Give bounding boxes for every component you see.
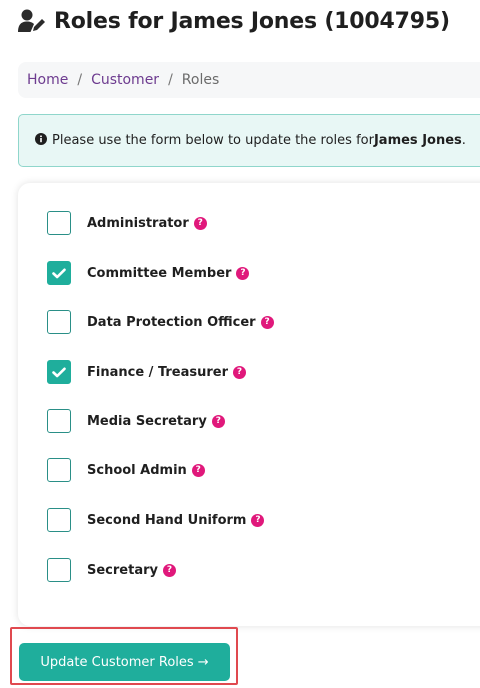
page-title-text: Roles for James Jones (1004795) <box>54 8 450 34</box>
check-icon <box>52 367 66 377</box>
info-alert: Please use the form below to update the … <box>18 114 480 167</box>
role-checkbox[interactable] <box>47 508 71 532</box>
role-label: School Admin <box>87 462 187 478</box>
help-icon[interactable]: ? <box>211 414 225 428</box>
role-label: Administrator <box>87 215 189 231</box>
breadcrumb: Home / Customer / Roles <box>18 62 480 98</box>
breadcrumb-customer[interactable]: Customer <box>91 72 159 88</box>
role-committee-member[interactable]: Committee Member ? <box>47 260 250 286</box>
arrow-right-icon: → <box>197 654 209 670</box>
help-icon[interactable]: ? <box>191 463 205 477</box>
alert-text-end: . <box>461 133 466 148</box>
help-icon[interactable]: ? <box>163 563 176 577</box>
role-label: Committee Member <box>87 265 232 281</box>
help-icon[interactable]: ? <box>233 365 247 379</box>
help-icon[interactable]: ? <box>193 216 207 230</box>
role-second-hand-uniform[interactable]: Second Hand Uniform ? <box>47 507 265 533</box>
role-label: Finance / Treasurer <box>87 364 229 380</box>
role-secretary[interactable]: Secretary ? <box>47 557 176 583</box>
role-label: Secretary <box>87 562 158 578</box>
roles-card: Administrator ? Committee Member ? Data … <box>18 183 480 626</box>
role-label: Media Secretary <box>87 413 207 429</box>
role-label: Data Protection Officer <box>87 314 256 330</box>
role-checkbox[interactable] <box>47 261 71 285</box>
breadcrumb-home[interactable]: Home <box>27 72 68 88</box>
help-icon[interactable]: ? <box>251 513 265 527</box>
role-school-admin[interactable]: School Admin ? <box>47 457 205 483</box>
role-data-protection-officer[interactable]: Data Protection Officer ? <box>47 309 274 335</box>
help-icon[interactable]: ? <box>260 315 274 329</box>
info-circle-icon <box>35 132 47 149</box>
user-edit-icon <box>18 9 46 33</box>
role-administrator[interactable]: Administrator ? <box>47 210 207 236</box>
role-checkbox[interactable] <box>47 458 71 482</box>
page-title: Roles for James Jones (1004795) <box>18 6 450 36</box>
role-checkbox[interactable] <box>47 211 71 235</box>
role-checkbox[interactable] <box>47 558 71 582</box>
breadcrumb-current: Roles <box>181 72 220 88</box>
help-icon[interactable]: ? <box>236 266 250 280</box>
role-media-secretary[interactable]: Media Secretary ? <box>47 408 225 434</box>
role-checkbox[interactable] <box>47 360 71 384</box>
update-customer-roles-button[interactable]: Update Customer Roles → <box>19 643 230 681</box>
alert-customer-name: James Jones <box>373 133 462 148</box>
submit-label: Update Customer Roles <box>40 654 194 670</box>
role-checkbox[interactable] <box>47 310 71 334</box>
breadcrumb-separator: / <box>77 72 83 88</box>
role-label: Second Hand Uniform <box>87 512 247 528</box>
check-icon <box>52 268 66 278</box>
role-checkbox[interactable] <box>47 409 71 433</box>
breadcrumb-separator: / <box>168 72 173 88</box>
role-finance-treasurer[interactable]: Finance / Treasurer ? <box>47 359 247 385</box>
alert-text: Please use the form below to update the … <box>52 133 374 148</box>
